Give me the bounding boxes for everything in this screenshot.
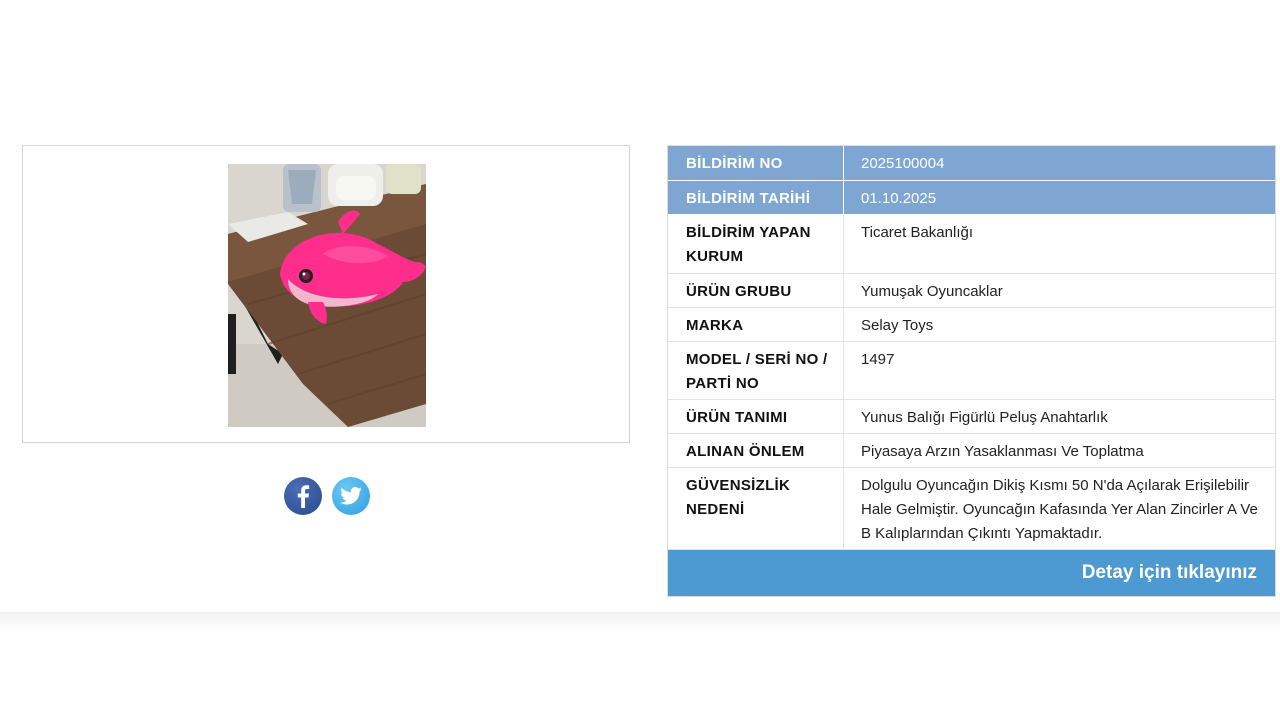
row-unsafety-reason: GÜVENSİZLİK NEDENİ Dolgulu Oyuncağın Dik… <box>668 468 1275 550</box>
row-value: Selay Toys <box>861 317 934 334</box>
twitter-share-button[interactable] <box>332 477 370 515</box>
row-notice-date: BİLDİRİM TARİHİ 01.10.2025 <box>668 181 1275 215</box>
row-label: BİLDİRİM NO <box>668 146 844 180</box>
detail-button[interactable]: Detay için tıklayınız <box>668 550 1275 596</box>
plush-dolphin-photo <box>228 164 426 427</box>
row-value: 01.10.2025 <box>861 190 937 207</box>
row-label: MODEL / SERİ NO / PARTİ NO <box>668 342 844 399</box>
facebook-share-button[interactable] <box>284 477 322 515</box>
row-product-description: ÜRÜN TANIMI Yunus Balığı Figürlü Peluş A… <box>668 400 1275 434</box>
product-image-panel <box>22 145 630 443</box>
row-label: ÜRÜN TANIMI <box>668 400 844 433</box>
page: BİLDİRİM NO 2025100004 BİLDİRİM TARİHİ 0… <box>0 0 1280 723</box>
row-model-serial: MODEL / SERİ NO / PARTİ NO 1497 <box>668 342 1275 400</box>
row-brand: MARKA Selay Toys <box>668 308 1275 342</box>
row-value: 2025100004 <box>861 155 945 172</box>
row-value: Ticaret Bakanlığı <box>861 224 973 241</box>
row-label: MARKA <box>668 308 844 341</box>
row-notice-number: BİLDİRİM NO 2025100004 <box>668 146 1275 181</box>
row-value: 1497 <box>861 351 895 368</box>
row-value: Yunus Balığı Figürlü Peluş Anahtarlık <box>861 409 1108 426</box>
facebook-icon <box>297 485 310 508</box>
row-label: ÜRÜN GRUBU <box>668 274 844 307</box>
product-photo[interactable] <box>228 164 426 427</box>
row-label: BİLDİRİM TARİHİ <box>668 181 844 214</box>
row-label: BİLDİRİM YAPAN KURUM <box>668 215 844 273</box>
row-value: Piyasaya Arzın Yasaklanması Ve Toplatma <box>861 443 1144 460</box>
row-label: ALINAN ÖNLEM <box>668 434 844 467</box>
divider <box>0 612 1280 632</box>
row-value: Dolgulu Oyuncağın Dikiş Kısmı 50 N'da Aç… <box>861 477 1258 542</box>
social-share <box>284 477 370 515</box>
notice-info-table: BİLDİRİM NO 2025100004 BİLDİRİM TARİHİ 0… <box>667 145 1276 597</box>
row-value: Yumuşak Oyuncaklar <box>861 283 1003 300</box>
row-product-group: ÜRÜN GRUBU Yumuşak Oyuncaklar <box>668 274 1275 308</box>
twitter-icon <box>340 487 362 505</box>
row-reporting-institution: BİLDİRİM YAPAN KURUM Ticaret Bakanlığı <box>668 215 1275 274</box>
row-measure-taken: ALINAN ÖNLEM Piyasaya Arzın Yasaklanması… <box>668 434 1275 468</box>
row-label: GÜVENSİZLİK NEDENİ <box>668 468 844 549</box>
